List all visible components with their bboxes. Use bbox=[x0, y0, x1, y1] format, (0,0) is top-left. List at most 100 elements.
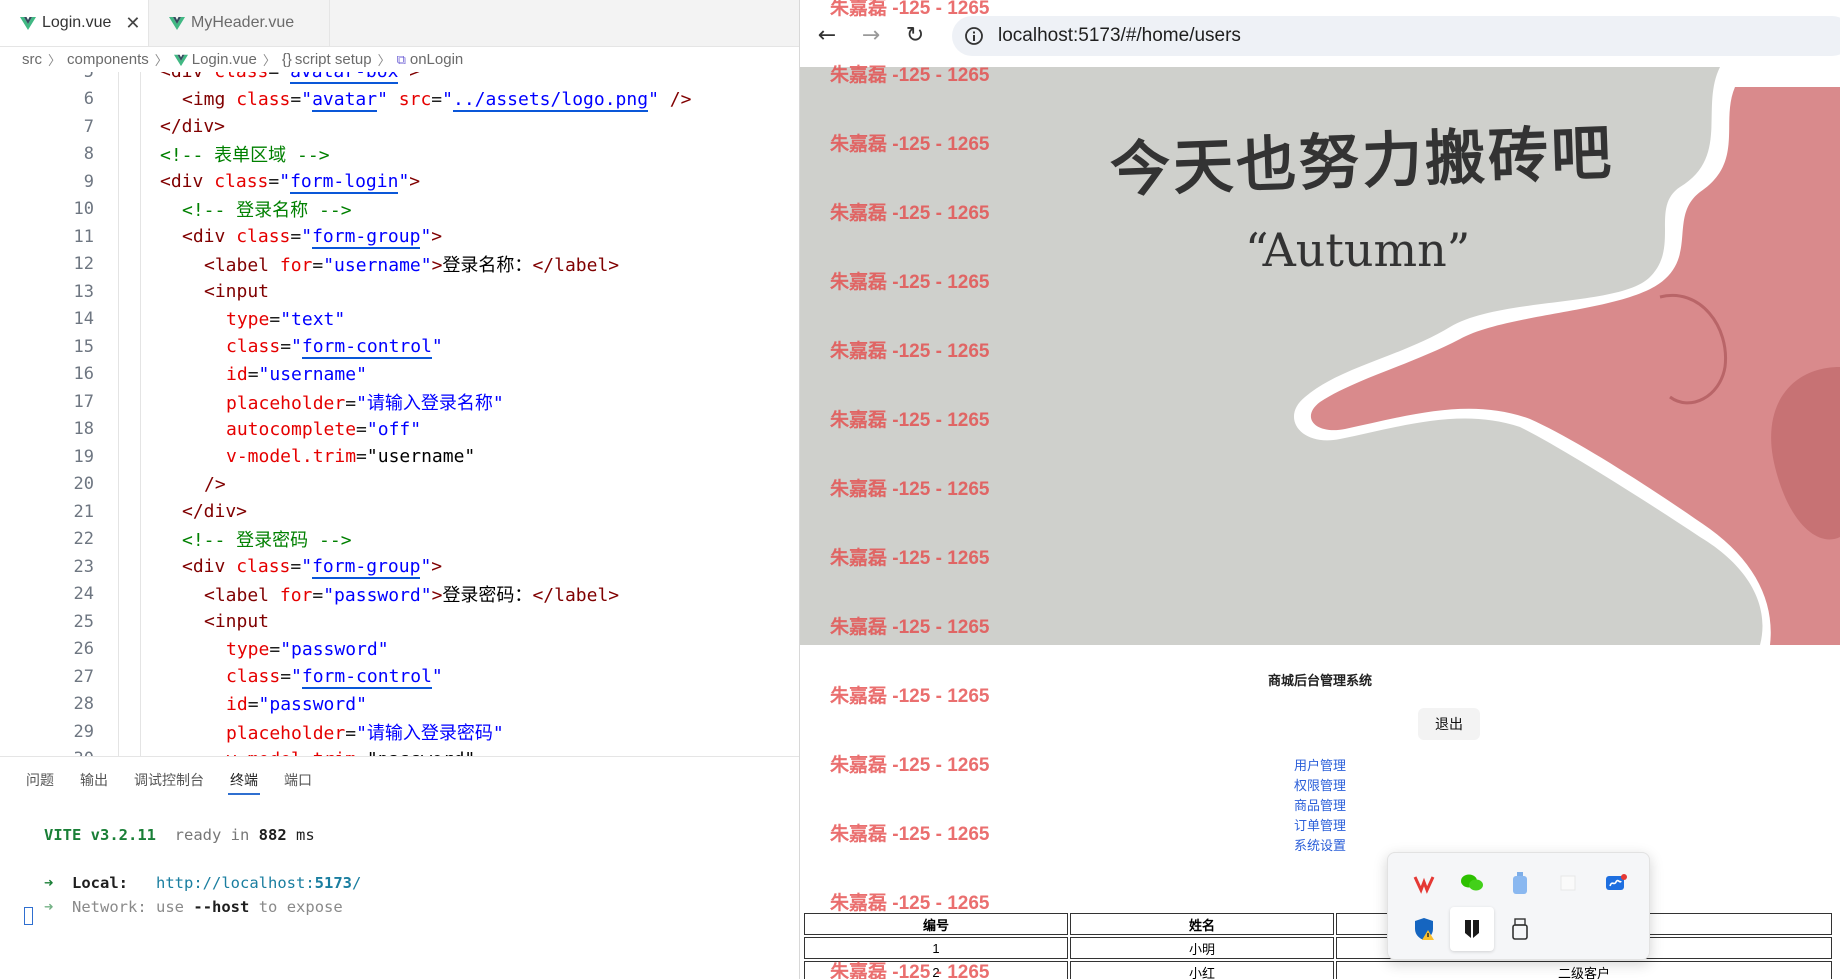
code-line: 28 id="password" bbox=[0, 691, 799, 719]
code-line: 15 class="form-control" bbox=[0, 333, 799, 361]
tray-overflow-popup bbox=[1387, 852, 1650, 960]
terminal-cursor bbox=[24, 907, 33, 925]
local-url-suffix: / bbox=[351, 874, 362, 892]
ready-ms: 882 bbox=[258, 826, 287, 844]
code-line: 9 <div class="form-login"> bbox=[0, 168, 799, 196]
code-text: v-model.trim="username" bbox=[226, 446, 476, 468]
network-text: use bbox=[156, 898, 185, 916]
chevron-right-icon: 〉 bbox=[262, 53, 276, 68]
code-line: 22 <!-- 登录密码 --> bbox=[0, 526, 799, 554]
line-number: 20 bbox=[73, 474, 94, 495]
bottom-panel: 问题 输出 调试控制台 终端 端口 VITE v3.2.11 ready in … bbox=[0, 756, 799, 980]
line-number: 24 bbox=[73, 584, 94, 605]
line-number: 16 bbox=[73, 364, 94, 385]
tab-problems[interactable]: 问题 bbox=[26, 757, 54, 803]
table-cell: 二级客户 bbox=[1336, 961, 1832, 979]
code-line: 7 </div> bbox=[0, 113, 799, 141]
code-text: <label for="username">登录名称：</label> bbox=[204, 255, 620, 277]
forward-arrow-icon[interactable]: → bbox=[858, 22, 884, 48]
column-header: 编号 bbox=[804, 913, 1068, 935]
table-header-row: 编号 姓名 bbox=[804, 913, 1832, 935]
table-cell: 小明 bbox=[1070, 937, 1334, 959]
vue-file-icon bbox=[169, 17, 185, 30]
terminal-output[interactable]: VITE v3.2.11 ready in 882 ms ➜ Local: ht… bbox=[44, 823, 361, 919]
network-text: to expose bbox=[258, 898, 343, 916]
code-text: class="form-control" bbox=[226, 336, 443, 360]
code-text: /> bbox=[204, 473, 226, 495]
code-editor: Login.vue ✕ MyHeader.vue src 〉 component… bbox=[0, 0, 800, 980]
code-line: 18 autocomplete="off" bbox=[0, 416, 799, 444]
watermark-text: 朱嘉磊 -125 - 1265 bbox=[830, 617, 990, 638]
tab-login-vue[interactable]: Login.vue ✕ bbox=[0, 0, 149, 46]
meeting-icon[interactable] bbox=[1602, 869, 1630, 897]
menu-item-permissions[interactable]: 权限管理 bbox=[800, 776, 1840, 796]
tab-ports[interactable]: 端口 bbox=[284, 757, 312, 803]
network-label: Network: bbox=[72, 898, 147, 916]
shield-warning-icon[interactable] bbox=[1410, 915, 1438, 943]
info-icon[interactable] bbox=[964, 26, 984, 46]
code-text: </div> bbox=[182, 501, 248, 523]
tab-output[interactable]: 输出 bbox=[80, 757, 108, 803]
code-line: 10 <!-- 登录名称 --> bbox=[0, 196, 799, 224]
code-line: 20 /> bbox=[0, 471, 799, 499]
panel-tab-bar: 问题 输出 调试控制台 终端 端口 bbox=[0, 757, 799, 803]
line-number: 22 bbox=[73, 529, 94, 550]
local-url[interactable]: http://localhost:5173/ bbox=[156, 874, 361, 892]
code-line: 6 <img class="avatar" src="../assets/logo… bbox=[0, 86, 799, 114]
breadcrumb-item[interactable]: components bbox=[67, 51, 149, 68]
watermark-text: 朱嘉磊 -125 - 1265 bbox=[830, 686, 990, 707]
chevron-right-icon: 〉 bbox=[48, 53, 62, 68]
code-text: <label for="password">登录密码：</label> bbox=[204, 585, 620, 607]
wechat-icon[interactable] bbox=[1458, 869, 1486, 897]
ready-text: ready in bbox=[174, 826, 250, 844]
code-text: v-model.trim="password" bbox=[226, 749, 475, 756]
watermark-text: 朱嘉磊 -125 - 1265 bbox=[830, 410, 990, 431]
code-line: 27 class="form-control" bbox=[0, 663, 799, 691]
menu-item-goods[interactable]: 商品管理 bbox=[800, 796, 1840, 816]
table-row: 1 小明 bbox=[804, 937, 1832, 959]
close-icon[interactable]: ✕ bbox=[125, 13, 140, 34]
breadcrumb-item[interactable]: Login.vue bbox=[192, 51, 257, 68]
url-text: localhost:5173/#/home/users bbox=[998, 25, 1241, 46]
code-area[interactable]: 5 <div class="avatar-box"> 6 <img class="a… bbox=[0, 72, 799, 756]
code-text: <div class="form-group"> bbox=[182, 556, 443, 580]
blank-icon[interactable] bbox=[1554, 869, 1582, 897]
code-text: <div class="form-group"> bbox=[182, 226, 443, 250]
code-text: placeholder="请输入登录名称" bbox=[226, 392, 504, 414]
braces-icon: {} bbox=[281, 51, 292, 68]
bottle-icon[interactable] bbox=[1506, 869, 1534, 897]
code-line: 26 type="password" bbox=[0, 636, 799, 664]
local-label: Local: bbox=[72, 874, 129, 892]
line-number: 18 bbox=[73, 419, 94, 440]
reload-icon[interactable]: ↻ bbox=[902, 22, 928, 48]
address-bar[interactable]: localhost:5173/#/home/users bbox=[952, 16, 1840, 56]
line-number: 19 bbox=[73, 446, 94, 467]
code-text: type="text" bbox=[226, 308, 346, 330]
code-text: class="form-control" bbox=[226, 666, 443, 690]
banner-subtitle: “Autumn” bbox=[1245, 223, 1471, 277]
line-number: 13 bbox=[73, 281, 94, 302]
breadcrumb: src 〉 components 〉 Login.vue 〉 {} script… bbox=[0, 47, 799, 72]
code-text: autocomplete="off" bbox=[226, 418, 422, 440]
code-line: 13 <input bbox=[0, 278, 799, 306]
breadcrumb-item[interactable]: src bbox=[22, 51, 42, 68]
code-text: </div> bbox=[160, 116, 226, 138]
app-icon[interactable] bbox=[1450, 907, 1494, 951]
code-line: 8 <!-- 表单区域 --> bbox=[0, 141, 799, 169]
watermark-text: 朱嘉磊 -125 - 1265 bbox=[830, 962, 990, 979]
line-number: 27 bbox=[73, 666, 94, 687]
watermark-text: 朱嘉磊 -125 - 1265 bbox=[830, 65, 990, 86]
tab-myheader-vue[interactable]: MyHeader.vue bbox=[149, 0, 330, 46]
code-line: 29 placeholder="请输入登录密码" bbox=[0, 718, 799, 746]
breadcrumb-item[interactable]: script setup bbox=[295, 51, 372, 68]
browser-window: ← → ↻ localhost:5173/#/home/users 今天也努力搬… bbox=[800, 0, 1840, 979]
usb-drive-icon[interactable] bbox=[1506, 915, 1534, 943]
tab-terminal[interactable]: 终端 bbox=[228, 757, 260, 803]
back-arrow-icon[interactable]: ← bbox=[814, 22, 840, 48]
wps-icon[interactable] bbox=[1410, 869, 1438, 897]
logout-button[interactable]: 退出 bbox=[1418, 708, 1480, 740]
tab-debug-console[interactable]: 调试控制台 bbox=[134, 757, 204, 803]
code-line: 16 id="username" bbox=[0, 361, 799, 389]
breadcrumb-item[interactable]: onLogin bbox=[410, 51, 463, 68]
line-number: 29 bbox=[73, 721, 94, 742]
